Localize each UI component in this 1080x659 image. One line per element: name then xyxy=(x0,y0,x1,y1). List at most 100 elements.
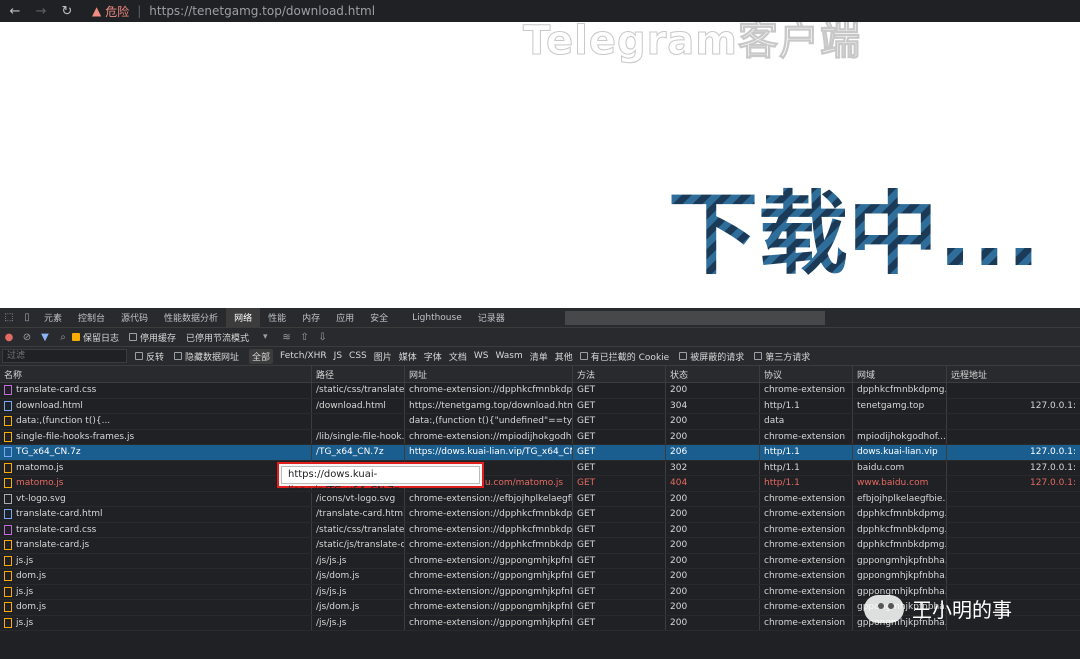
tab-recorder[interactable]: 记录器 xyxy=(470,308,513,328)
blocked-cookies-checkbox[interactable]: 有已拦截的 Cookie xyxy=(579,350,669,363)
preserve-log-checkbox[interactable]: 保留日志 xyxy=(72,331,119,344)
hide-data-urls-checkbox[interactable]: 隐藏数据网址 xyxy=(174,350,239,363)
search-icon[interactable]: ⌕ xyxy=(54,327,72,347)
cell-text: gppongmhjkpfnbha... xyxy=(857,571,947,582)
table-row[interactable]: translate-card.css/static/css/translate.… xyxy=(0,383,1080,399)
table-row[interactable]: download.html/download.html https://tenet… xyxy=(0,398,1080,414)
table-row[interactable]: matomo.js https://www.baidu.com/matomo.js… xyxy=(0,476,1080,492)
tab-performance[interactable]: 性能 xyxy=(260,308,294,328)
filter-type-font[interactable]: 字体 xyxy=(424,350,442,363)
cell-url: chrome-extension://gppongmhjkpfnbh... xyxy=(405,584,573,599)
filter-type-manifest[interactable]: 清单 xyxy=(530,350,548,363)
filter-input[interactable]: 过滤 xyxy=(2,349,127,363)
reload-icon[interactable]: ↻ xyxy=(56,0,78,22)
filter-type-img[interactable]: 图片 xyxy=(374,350,392,363)
filter-type-doc[interactable]: 文档 xyxy=(449,350,467,363)
cell-status: 200 xyxy=(666,522,760,537)
tab-lighthouse[interactable]: Lighthouse xyxy=(404,308,470,328)
filter-type-media[interactable]: 媒体 xyxy=(399,350,417,363)
column-header-domain[interactable]: 网域 xyxy=(853,366,947,382)
column-header-status[interactable]: 状态 xyxy=(666,366,760,382)
cell-status: 200 xyxy=(666,383,760,398)
cell-path: /js/js.js xyxy=(312,553,405,568)
column-header-name[interactable]: 名称 xyxy=(0,366,312,382)
cell-path: /TG_x64_CN.7z xyxy=(312,445,405,460)
filter-type-other[interactable]: 其他 xyxy=(555,350,573,363)
table-row[interactable]: dom.js/js/dom.js chrome-extension://gppon… xyxy=(0,569,1080,585)
cell-domain: gppongmhjkpfnbha... xyxy=(853,553,947,568)
filter-type-wasm[interactable]: Wasm xyxy=(495,351,522,361)
column-header-path[interactable]: 路径 xyxy=(312,366,405,382)
import-har-icon[interactable]: ⇧ xyxy=(296,327,314,347)
downloading-graphic: 下载中... xyxy=(668,180,1043,289)
cell-text: 200 xyxy=(670,416,688,427)
invert-checkbox[interactable]: 反转 xyxy=(135,350,164,363)
cell-url: https://dows.kuai-lian.vip/TG_x64_CN.7z xyxy=(405,445,573,460)
filter-type-js[interactable]: JS xyxy=(334,351,342,361)
forward-arrow-icon[interactable]: → xyxy=(30,0,52,22)
third-party-checkbox[interactable]: 第三方请求 xyxy=(754,350,810,363)
cell-text: matomo.js xyxy=(16,478,64,489)
cell-text: dom.js xyxy=(16,602,47,613)
blocked-requests-checkbox[interactable]: 被屏蔽的请求 xyxy=(679,350,744,363)
cell-text: TG_x64_CN.7z xyxy=(16,447,81,458)
filter-icon[interactable]: ▼ xyxy=(36,327,54,347)
cell-name: data:,(function t(){... xyxy=(0,414,312,429)
cell-text: js.js xyxy=(16,555,34,566)
cell-name: translate-card.js xyxy=(0,538,312,553)
disable-cache-checkbox[interactable]: 停用缓存 xyxy=(129,331,176,344)
cell-method: GET xyxy=(573,398,666,413)
cell-domain: gppongmhjkpfnbha... xyxy=(853,569,947,584)
cell-text: 200 xyxy=(670,571,688,582)
table-row[interactable]: matomo.js...natomo.jsGET302http/1.1baidu… xyxy=(0,460,1080,476)
filter-type-css[interactable]: CSS xyxy=(349,351,367,361)
cell-text: https://dows.kuai-lian.vip/TG_x64_CN.7z xyxy=(409,447,573,458)
column-header-method[interactable]: 方法 xyxy=(573,366,666,382)
warning-icon[interactable]: ▲ xyxy=(92,4,101,18)
cell-name: matomo.js xyxy=(0,460,312,475)
table-row[interactable]: data:,(function t(){... data:,(function t… xyxy=(0,414,1080,430)
tab-application[interactable]: 应用 xyxy=(328,308,362,328)
cell-text: gppongmhjkpfnbha... xyxy=(857,555,947,566)
tab-console[interactable]: 控制台 xyxy=(70,308,113,328)
security-warning-label[interactable]: 危险 xyxy=(105,3,129,20)
cell-text: chrome-extension://gppongmhjkpfnbh... xyxy=(409,586,573,597)
tab-memory[interactable]: 内存 xyxy=(294,308,328,328)
filter-type-ws[interactable]: WS xyxy=(474,351,489,361)
tab-network[interactable]: 网络 xyxy=(226,307,261,328)
record-icon[interactable]: ● xyxy=(0,327,18,347)
table-row[interactable]: translate-card.css/static/css/translate.… xyxy=(0,522,1080,538)
checkbox-checked xyxy=(72,333,80,341)
table-row[interactable]: js.js/js/js.js chrome-extension://gppongm… xyxy=(0,553,1080,569)
tab-sources[interactable]: 源代码 xyxy=(113,308,156,328)
cell-text: http/1.1 xyxy=(764,462,800,473)
table-row[interactable]: translate-card.html/translate-card.html c… xyxy=(0,507,1080,523)
tab-security[interactable]: 安全 xyxy=(362,308,396,328)
inspect-icon[interactable]: ⬚ xyxy=(0,308,18,328)
tab-performance-insights[interactable]: 性能数据分析 xyxy=(156,308,226,328)
tab-elements[interactable]: 元素 xyxy=(36,308,70,328)
js-file-icon xyxy=(4,586,12,597)
url-text[interactable]: https://tenetgamg.top/download.html xyxy=(149,4,375,18)
column-header-url[interactable]: 网址 xyxy=(405,366,573,382)
cell-text: 200 xyxy=(670,540,688,551)
clear-icon[interactable]: ⊘ xyxy=(18,327,36,347)
network-conditions-icon[interactable]: ≋ xyxy=(278,327,296,347)
table-row[interactable]: translate-card.js/static/js/translate-c.… xyxy=(0,538,1080,554)
cell-name: translate-card.css xyxy=(0,383,312,398)
column-header-protocol[interactable]: 协议 xyxy=(760,366,853,382)
table-row[interactable]: TG_x64_CN.7z/TG_x64_CN.7z https://dows.ku… xyxy=(0,445,1080,461)
cell-text: single-file-hooks-frames.js xyxy=(16,431,135,442)
table-row[interactable]: single-file-hooks-frames.js/lib/single-f… xyxy=(0,429,1080,445)
cell-text: http/1.1 xyxy=(764,478,800,489)
filter-type-fetch[interactable]: Fetch/XHR xyxy=(280,351,327,361)
device-toggle-icon[interactable]: ▯ xyxy=(18,308,36,328)
cell-protocol: chrome-extension xyxy=(760,429,853,444)
back-arrow-icon[interactable]: ← xyxy=(4,0,26,22)
filter-type-all[interactable]: 全部 xyxy=(249,348,274,364)
throttle-select[interactable]: 已停用节流模式 ▾ xyxy=(186,331,268,344)
export-har-icon[interactable]: ⇩ xyxy=(314,327,332,347)
column-header-remote[interactable]: 远程地址 xyxy=(947,366,1080,382)
cell-text: chrome-extension://gppongmhjkpfnbh... xyxy=(409,602,573,613)
table-row[interactable]: vt-logo.svg/icons/vt-logo.svgchrome-exte… xyxy=(0,491,1080,507)
